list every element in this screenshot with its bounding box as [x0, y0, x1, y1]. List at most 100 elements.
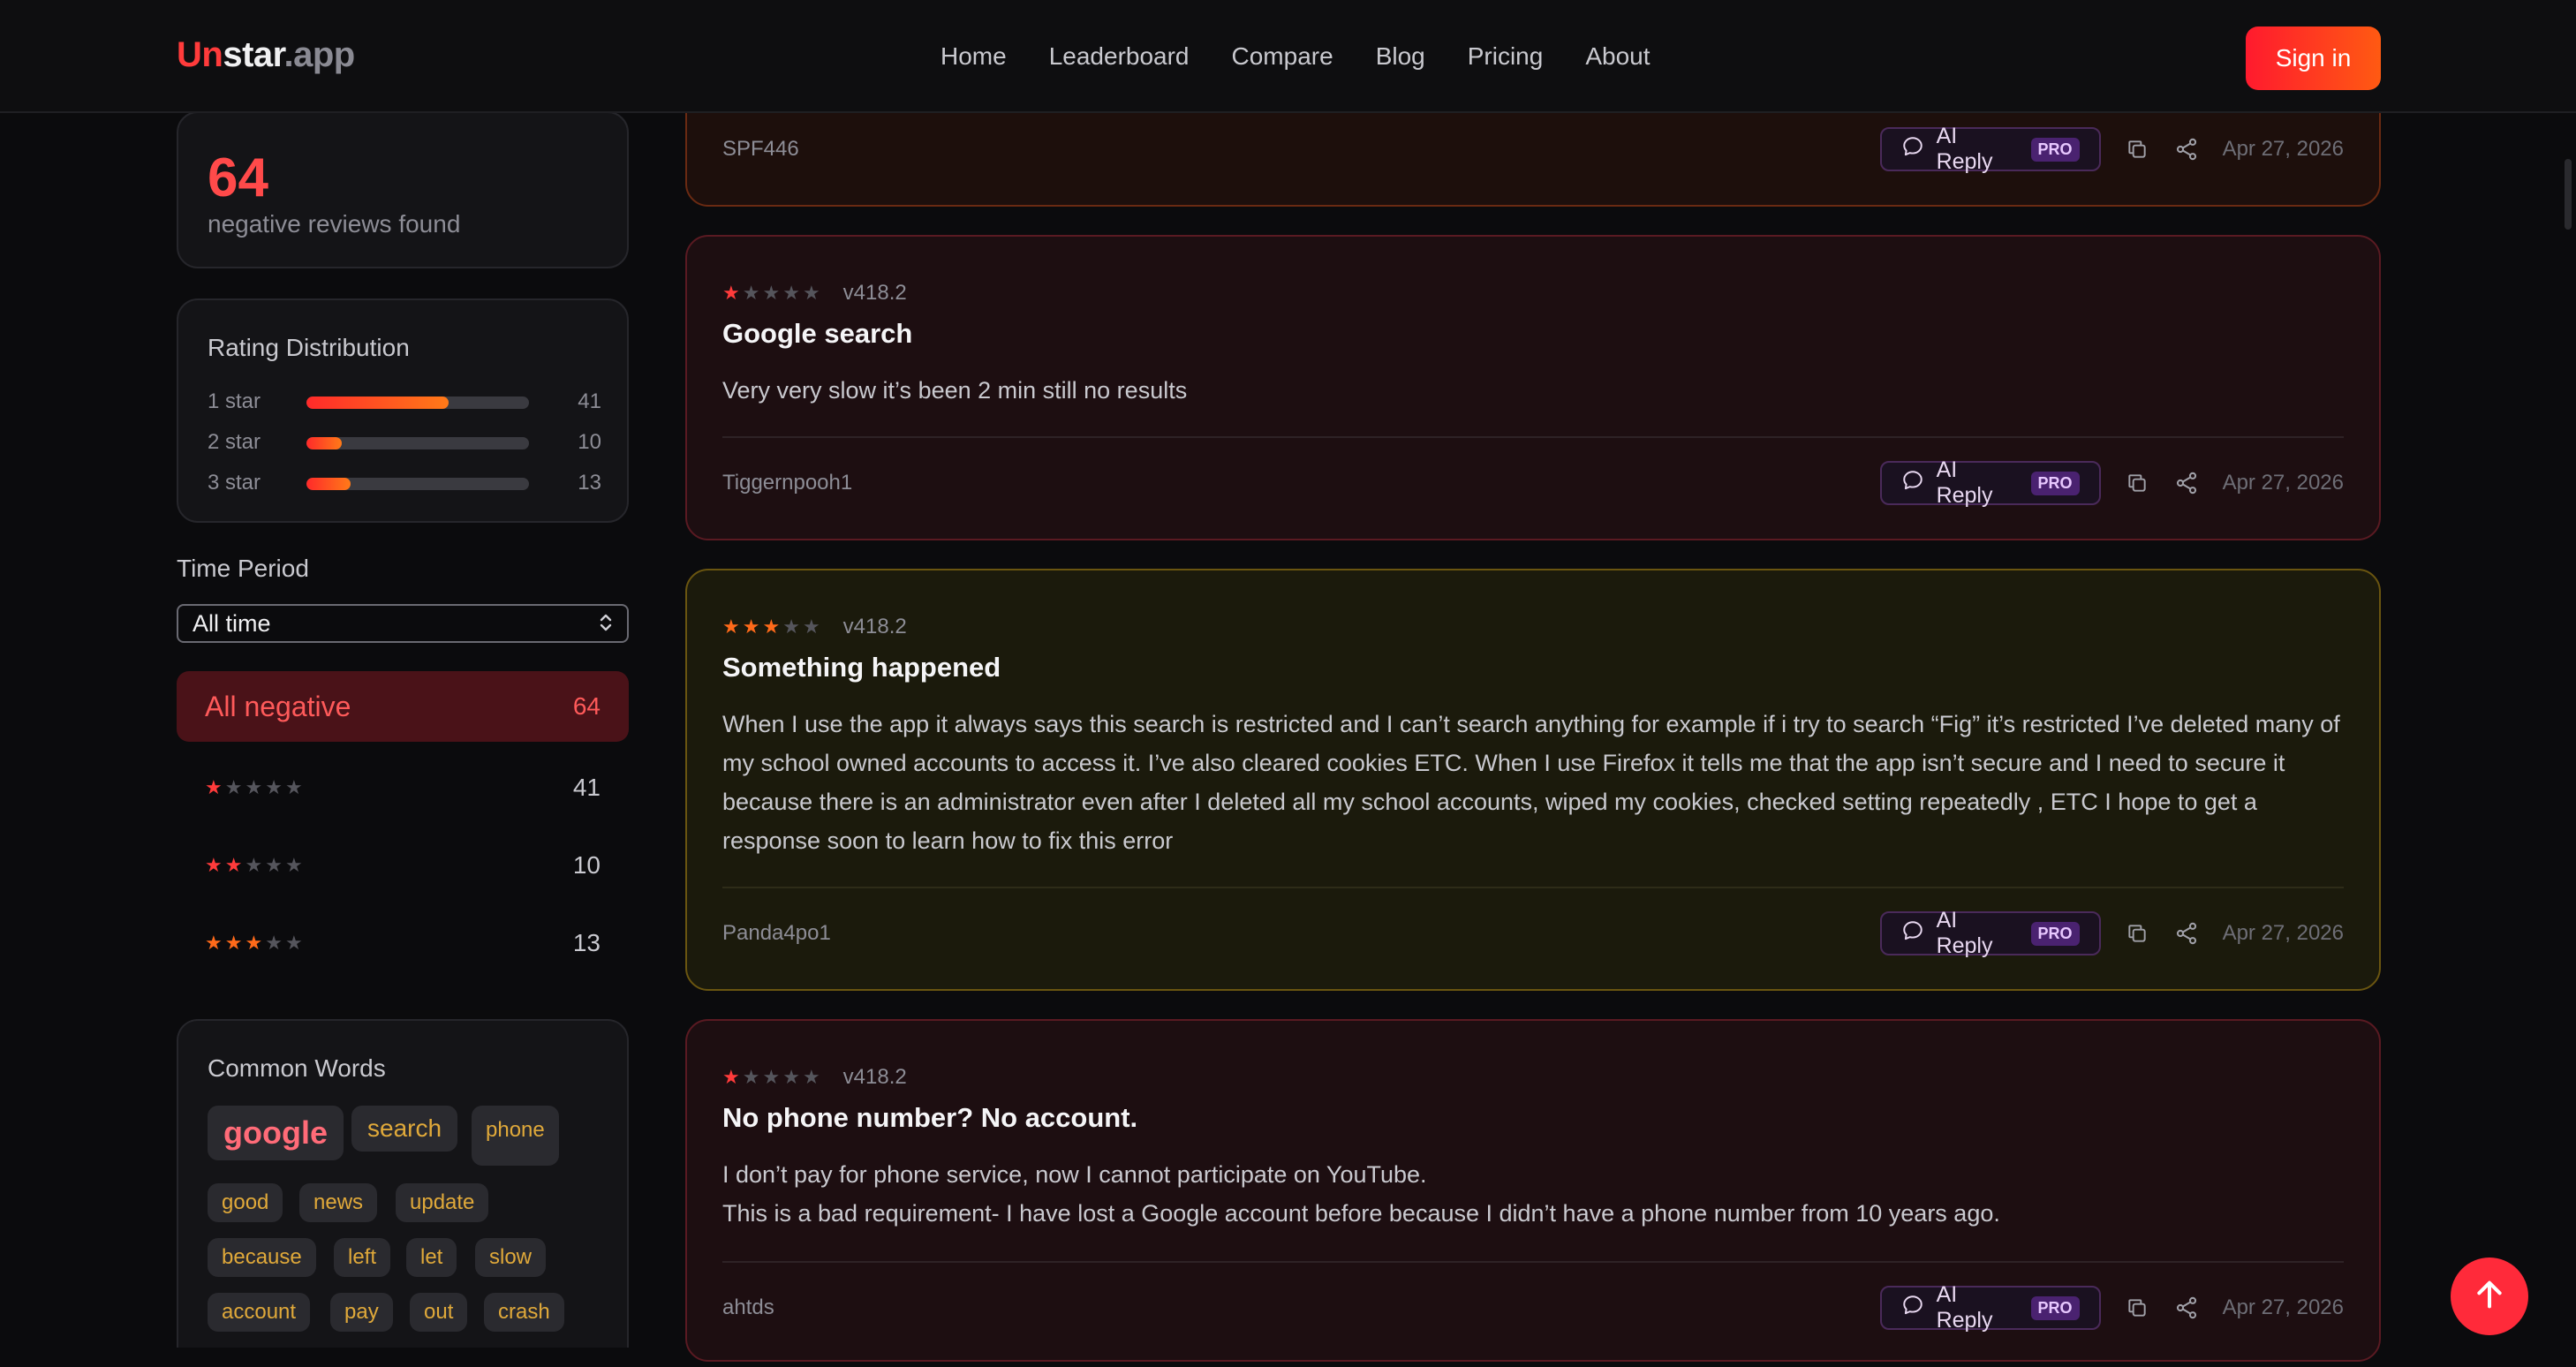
nav-about[interactable]: About [1585, 42, 1650, 71]
star-empty-icon: ★ [265, 776, 283, 798]
nav-pricing[interactable]: Pricing [1468, 42, 1544, 71]
word-chip[interactable]: left [334, 1238, 391, 1277]
filter-2-star[interactable]: ★ ★ ★ ★ ★ 10 [177, 830, 629, 901]
arrow-up-icon [2472, 1277, 2507, 1317]
filter-1-star[interactable]: ★ ★ ★ ★ ★ 41 [177, 752, 629, 823]
word-chip[interactable]: account [208, 1293, 311, 1332]
filter-3-star[interactable]: ★ ★ ★ ★ ★ 13 [177, 908, 629, 978]
negative-count-card: 64 negative reviews found [177, 111, 629, 268]
ai-reply-button[interactable]: AI Reply PRO [1879, 1282, 2101, 1333]
word-chip[interactable]: search [351, 1106, 458, 1152]
review-actions: AI Reply PRO Apr 27, 2026 [1879, 124, 2344, 174]
top-header: Unstar.app Home Leaderboard Compare Blog… [0, 0, 2576, 113]
distribution-bar [306, 397, 529, 409]
ai-reply-button[interactable]: AI Reply PRO [1879, 908, 2101, 958]
distribution-label: 3 star [208, 471, 261, 495]
review-divider [722, 436, 2344, 438]
chat-bubble-icon [1901, 919, 1924, 948]
review-date: Apr 27, 2026 [2222, 921, 2344, 945]
star-filled-icon: ★ [742, 616, 760, 638]
word-chip[interactable]: phone [472, 1106, 559, 1166]
review-card: ★ ★ ★ ★ ★ v418.2 No phone number? No account… [685, 1019, 2381, 1362]
review-author: SPF446 [722, 137, 799, 161]
review-footer: Tiggernpooh1 AI Reply PRO Apr 27, 2026 [722, 457, 2344, 508]
logo-part-app: .app [283, 35, 356, 74]
word-chip[interactable]: crash [484, 1293, 564, 1332]
copy-icon[interactable] [2124, 1295, 2150, 1321]
review-meta: ★ ★ ★ ★ ★ v418.2 [722, 1065, 907, 1090]
pro-badge: PRO [2030, 471, 2080, 495]
time-period-select[interactable]: All time [177, 604, 629, 643]
review-title: No phone number? No account. [722, 1102, 1138, 1133]
review-meta: ★ ★ ★ ★ ★ v418.2 [722, 615, 907, 639]
review-divider [722, 1261, 2344, 1263]
review-title: Something happened [722, 652, 1001, 683]
star-empty-icon: ★ [782, 616, 800, 638]
word-chip[interactable]: update [396, 1183, 489, 1222]
negative-count-label: negative reviews found [208, 210, 461, 238]
review-date: Apr 27, 2026 [2222, 137, 2344, 161]
word-chip[interactable]: good [208, 1183, 283, 1222]
common-words-title: Common Words [208, 1054, 386, 1082]
ai-reply-button[interactable]: AI Reply PRO [1879, 124, 2101, 174]
review-date: Apr 27, 2026 [2222, 1295, 2344, 1319]
share-icon[interactable] [2173, 136, 2200, 162]
star-filled-icon: ★ [722, 616, 740, 638]
star-rating: ★ ★ ★ ★ ★ [722, 616, 820, 638]
filter-label: All negative [205, 690, 351, 722]
star-empty-icon: ★ [742, 1066, 760, 1088]
star-filled-icon: ★ [722, 1066, 740, 1088]
copy-icon[interactable] [2124, 920, 2150, 947]
negative-count: 64 [208, 147, 268, 208]
word-chip[interactable]: google [208, 1106, 344, 1160]
chat-bubble-icon [1901, 135, 1924, 164]
star-rating: ★ ★ ★ ★ ★ [722, 282, 820, 305]
nav-blog[interactable]: Blog [1376, 42, 1425, 71]
nav-leaderboard[interactable]: Leaderboard [1049, 42, 1190, 71]
star-filled-icon: ★ [205, 932, 223, 954]
sign-in-button[interactable]: Sign in [2246, 26, 2381, 90]
share-icon[interactable] [2173, 1295, 2200, 1321]
page-scrollbar[interactable] [2565, 159, 2572, 230]
ai-reply-label: AI Reply [1936, 124, 1993, 174]
pro-badge: PRO [2030, 137, 2080, 162]
nav-compare[interactable]: Compare [1232, 42, 1333, 71]
review-footer: SPF446 AI Reply PRO Apr 27, 2026 [722, 124, 2344, 174]
time-period-title: Time Period [177, 555, 309, 582]
word-chip[interactable]: pay [330, 1293, 393, 1332]
share-icon[interactable] [2173, 470, 2200, 496]
review-body-line: When I use the app it always says this s… [722, 711, 2340, 854]
scroll-to-top-button[interactable] [2451, 1257, 2528, 1335]
review-author: ahtds [722, 1295, 774, 1319]
distribution-row: 3 star 13 [208, 471, 601, 497]
star-empty-icon: ★ [742, 282, 760, 304]
copy-icon[interactable] [2124, 470, 2150, 496]
review-divider [722, 887, 2344, 888]
distribution-row: 1 star 41 [208, 389, 601, 416]
filter-all-negative[interactable]: All negative 64 [177, 671, 629, 742]
star-empty-icon: ★ [762, 282, 781, 304]
star-filled-icon: ★ [722, 282, 740, 304]
star-rating: ★ ★ ★ ★ ★ [722, 1066, 820, 1089]
logo-part-un: Un [177, 35, 223, 74]
nav-home[interactable]: Home [941, 42, 1007, 71]
star-empty-icon: ★ [224, 776, 243, 798]
word-chip[interactable]: slow [475, 1238, 547, 1277]
word-chip[interactable]: out [410, 1293, 468, 1332]
ai-reply-label: AI Reply [1936, 908, 1993, 958]
star-empty-icon: ★ [284, 854, 303, 876]
distribution-bar-fill [306, 478, 351, 490]
word-chip[interactable]: because [208, 1238, 316, 1277]
copy-icon[interactable] [2124, 136, 2150, 162]
word-chip[interactable]: news [299, 1183, 378, 1222]
logo[interactable]: Unstar.app [177, 35, 355, 75]
ai-reply-label: AI Reply [1936, 1282, 1993, 1333]
ai-reply-button[interactable]: AI Reply PRO [1879, 457, 2101, 508]
star-empty-icon: ★ [802, 282, 820, 304]
star-filled-icon: ★ [205, 854, 223, 876]
review-actions: AI Reply PRO Apr 27, 2026 [1879, 908, 2344, 958]
word-chip[interactable]: let [406, 1238, 457, 1277]
review-body: I don’t pay for phone service, now I can… [722, 1155, 2344, 1233]
share-icon[interactable] [2173, 920, 2200, 947]
review-actions: AI Reply PRO Apr 27, 2026 [1879, 1282, 2344, 1333]
